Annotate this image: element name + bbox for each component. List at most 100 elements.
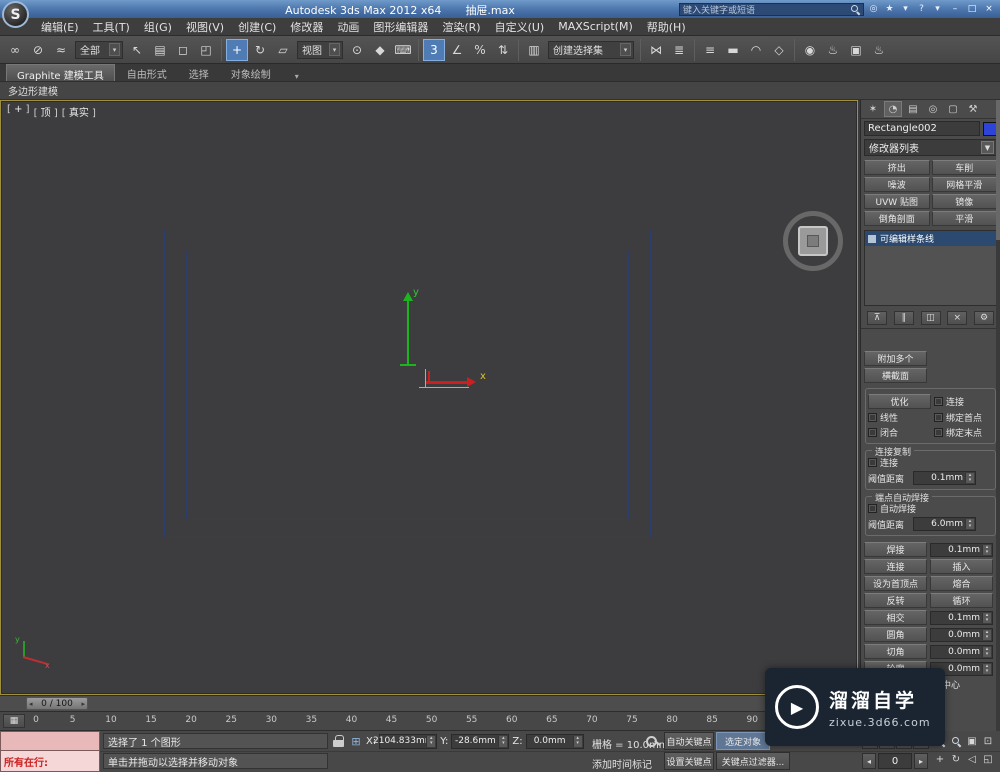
utilities-tab-icon[interactable]: ⚒ [964, 101, 982, 117]
weld-threshold-field[interactable]: 0.1mm [930, 542, 993, 557]
modifier-list-dropdown[interactable]: 修改器列表 ▼ [864, 139, 997, 156]
z-coordinate-field[interactable]: 0.0mm [525, 733, 584, 749]
menu-graph-editors[interactable]: 图形编辑器 [366, 18, 435, 35]
attach-multiple-button[interactable]: 附加多个 [864, 351, 927, 366]
ribbon-minimize-icon[interactable]: ▾ [291, 72, 303, 81]
panel-scrollbar-thumb[interactable] [996, 100, 1000, 240]
unlink-selection-icon[interactable]: ⊘ [27, 39, 49, 61]
spinner-arrows-icon[interactable] [982, 629, 991, 640]
display-tab-icon[interactable]: ▢ [944, 101, 962, 117]
material-editor-icon[interactable]: ◉ [799, 39, 821, 61]
menu-help[interactable]: 帮助(H) [640, 18, 693, 35]
menu-modifiers[interactable]: 修改器 [283, 18, 330, 35]
angle-snap-icon[interactable]: ∠ [446, 39, 468, 61]
curve-editor-icon[interactable]: ◠ [745, 39, 767, 61]
menu-customize[interactable]: 自定义(U) [488, 18, 552, 35]
layer-manager-icon[interactable]: ≡ [699, 39, 721, 61]
meshsmooth-button[interactable]: 网格平滑 [931, 177, 997, 192]
mirror-icon[interactable]: ⋈ [645, 39, 667, 61]
reverse-button[interactable]: 反转 [864, 593, 927, 608]
time-slider-track[interactable]: ◂ 0 / 100 ▸ [0, 695, 858, 712]
pan-icon[interactable]: + [932, 751, 948, 767]
selection-filter-dropdown[interactable]: 全部 ▾ [75, 40, 123, 59]
fuse-button[interactable]: 熔合 [930, 576, 993, 591]
keyboard-shortcut-override-icon[interactable]: ⌨ [392, 39, 414, 61]
menu-views[interactable]: 视图(V) [179, 18, 231, 35]
select-and-rotate-icon[interactable]: ↻ [249, 39, 271, 61]
menu-edit[interactable]: 编辑(E) [34, 18, 86, 35]
viewport[interactable]: + 顶 真实 y x y x [0, 100, 858, 695]
select-by-name-icon[interactable]: ▤ [149, 39, 171, 61]
object-color-swatch[interactable] [983, 121, 997, 136]
listener-line[interactable]: 所有在行: [0, 751, 100, 772]
help-icon[interactable]: ? [915, 3, 928, 16]
make-first-button[interactable]: 设为首顶点 [864, 576, 927, 591]
select-and-scale-icon[interactable]: ▱ [272, 39, 294, 61]
create-tab-icon[interactable]: ✶ [864, 101, 882, 117]
snaps-toggle-icon[interactable]: 3 [423, 38, 445, 61]
spinner-arrows-icon[interactable] [426, 735, 436, 747]
restore-button[interactable]: □ [964, 3, 980, 16]
refine-button[interactable]: 优化 [868, 394, 931, 409]
configure-modifier-sets-icon[interactable]: ⚙ [974, 311, 994, 325]
x-coordinate-field[interactable]: 2104.833mm [373, 733, 438, 749]
previous-frame-button[interactable]: ◂ [862, 753, 876, 769]
key-filters-button[interactable]: 关键点过滤器... [716, 752, 790, 770]
viewport-menu-view[interactable]: 顶 [34, 104, 58, 119]
auto-weld-threshold-field[interactable]: 6.0mm [913, 517, 976, 531]
viewport-menu-general[interactable]: + [7, 104, 30, 119]
macro-recorder-line[interactable] [0, 731, 100, 751]
selection-region-icon[interactable]: ◻ [172, 39, 194, 61]
mini-curve-editor-button[interactable]: ▦ [3, 714, 25, 728]
named-selection-sets-dropdown[interactable]: 创建选择集 ▾ [548, 40, 634, 59]
select-and-link-icon[interactable]: ∞ [4, 39, 26, 61]
render-setup-icon[interactable]: ♨ [822, 39, 844, 61]
select-and-manipulate-icon[interactable]: ◆ [369, 39, 391, 61]
make-unique-icon[interactable]: ◫ [920, 311, 941, 325]
spinner-arrows-icon[interactable] [982, 544, 991, 555]
gizmo-y-axis[interactable] [407, 301, 409, 365]
connect-copy-threshold-field[interactable]: 0.1mm [913, 471, 976, 485]
communication-center-icon[interactable]: ◎ [867, 3, 880, 16]
tab-selection[interactable]: 选择 [179, 64, 219, 81]
pin-stack-icon[interactable]: ⊼ [867, 311, 887, 325]
linear-checkbox[interactable]: 线性 [868, 411, 931, 424]
refine-connect-checkbox[interactable]: 连接 [934, 395, 964, 408]
noise-button[interactable]: 噪波 [864, 177, 930, 192]
add-time-tag-button[interactable]: 添加时间标记 [592, 756, 652, 771]
spinner-arrows-icon[interactable] [498, 735, 508, 747]
motion-tab-icon[interactable]: ◎ [924, 101, 942, 117]
application-menu-button[interactable]: S [2, 1, 29, 28]
tab-graphite-modeling[interactable]: Graphite 建模工具 [6, 64, 115, 82]
spinner-arrows-icon[interactable] [965, 473, 974, 483]
tab-freeform[interactable]: 自由形式 [117, 64, 177, 81]
search-input[interactable]: 键入关键字或短语 [679, 2, 864, 16]
align-icon[interactable]: ≣ [668, 39, 690, 61]
menu-animation[interactable]: 动画 [330, 18, 366, 35]
lathe-button[interactable]: 车削 [931, 160, 997, 175]
orbit-icon[interactable]: ↻ [948, 751, 964, 767]
cross-section-button[interactable]: 横截面 [864, 368, 927, 383]
set-key-button[interactable]: 设置关键点 [664, 752, 714, 770]
select-and-move-icon[interactable]: + [226, 38, 248, 61]
cross-insert-button[interactable]: 相交 [864, 610, 927, 625]
use-pivot-center-icon[interactable]: ⊙ [346, 39, 368, 61]
uvw-map-button[interactable]: UVW 贴图 [864, 194, 930, 209]
current-frame-field[interactable]: 0 [878, 753, 912, 769]
absolute-mode-icon[interactable]: ⊞ [349, 734, 363, 748]
fillet-field[interactable]: 0.0mm [930, 627, 993, 642]
insert-button[interactable]: 插入 [930, 559, 993, 574]
hierarchy-tab-icon[interactable]: ▤ [904, 101, 922, 117]
zoom-extents-icon[interactable]: ▣ [964, 733, 980, 749]
spinner-arrows-icon[interactable] [982, 612, 991, 623]
zoom-all-icon[interactable] [948, 733, 964, 749]
time-slider-prev-icon[interactable]: ◂ [29, 700, 33, 708]
connect-button[interactable]: 连接 [864, 559, 927, 574]
cycle-button[interactable]: 循环 [930, 593, 993, 608]
show-end-result-icon[interactable]: ∥ [893, 311, 914, 325]
menu-maxscript[interactable]: MAXScript(M) [551, 18, 640, 35]
selection-lock-icon[interactable] [333, 735, 345, 748]
search-icon[interactable] [851, 4, 860, 14]
spinner-snap-icon[interactable]: ⇅ [492, 39, 514, 61]
rendered-frame-window-icon[interactable]: ▣ [845, 39, 867, 61]
